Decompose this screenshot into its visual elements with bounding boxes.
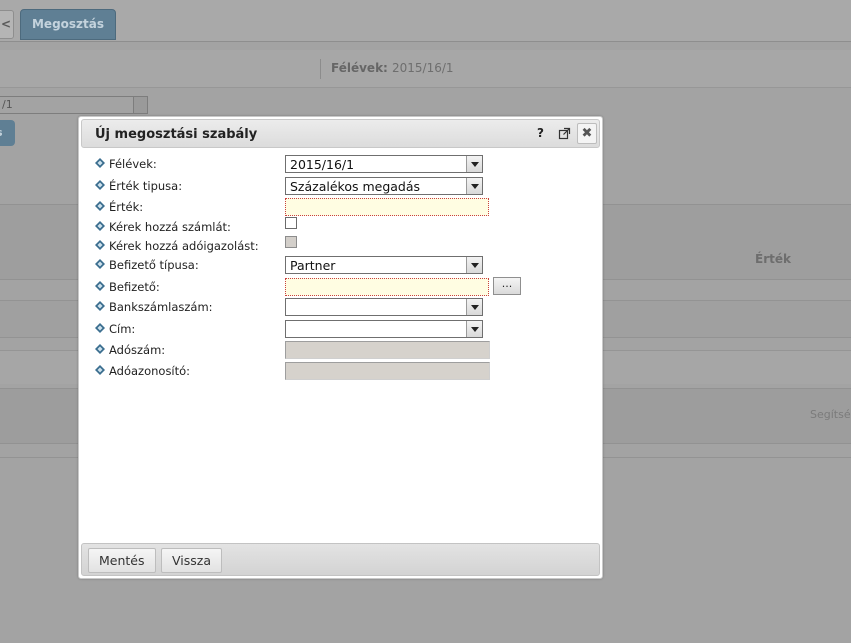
adoszam-label: Adószám: bbox=[109, 343, 166, 357]
felevek-label: Félévek: bbox=[109, 157, 157, 171]
ertek-tipusa-label: Érték tipusa: bbox=[109, 179, 183, 193]
bankszamlaszam-label: Bankszámlaszám: bbox=[109, 300, 213, 314]
diamond-icon bbox=[95, 240, 105, 250]
chevron-down-icon bbox=[133, 97, 147, 113]
chevron-down-icon bbox=[466, 257, 482, 273]
diamond-icon bbox=[95, 301, 105, 311]
chevron-down-icon bbox=[466, 156, 482, 172]
help-icon[interactable]: ? bbox=[537, 126, 544, 140]
form-row-felevek: Félévek: 2015/16/1 bbox=[79, 155, 599, 175]
ertek-tipusa-select-value: Százalékos megadás bbox=[290, 179, 421, 194]
form-row-bankszamlaszam: Bankszámlaszám: bbox=[79, 298, 599, 318]
save-button[interactable]: Mentés bbox=[88, 548, 156, 573]
diamond-icon bbox=[95, 365, 105, 375]
adoszam-field bbox=[285, 341, 490, 359]
background-button[interactable]: s bbox=[0, 120, 15, 146]
back-button[interactable]: Vissza bbox=[161, 548, 222, 573]
adoazonosito-label: Adóazonosító: bbox=[109, 364, 191, 378]
bankszamlaszam-select[interactable] bbox=[285, 298, 483, 316]
form-row-szamla: Kérek hozzá számlát: bbox=[79, 217, 599, 238]
form-row-adoazonosito: Adóazonosító: bbox=[79, 362, 599, 382]
filter-separator bbox=[320, 59, 321, 79]
cim-label: Cím: bbox=[109, 322, 136, 336]
form-row-ertek: Érték: bbox=[79, 198, 599, 218]
close-icon[interactable]: ✖ bbox=[577, 123, 597, 144]
chevron-down-icon bbox=[466, 178, 482, 194]
tab-megosztas[interactable]: Megosztás bbox=[20, 9, 116, 40]
befizeto-tipusa-label: Befizető típusa: bbox=[109, 258, 199, 272]
szamla-label: Kérek hozzá számlát: bbox=[109, 220, 231, 234]
diamond-icon bbox=[95, 344, 105, 354]
popout-icon[interactable] bbox=[558, 127, 571, 140]
dialog-title-bar: Új megosztási szabály ? ✖ bbox=[81, 119, 600, 148]
dialog-footer: Mentés Vissza bbox=[81, 543, 600, 576]
filter-value: 2015/16/1 bbox=[392, 61, 454, 75]
felevek-select-value: 2015/16/1 bbox=[290, 157, 355, 172]
cim-select[interactable] bbox=[285, 320, 483, 338]
tab-bar: < Megosztás bbox=[0, 0, 851, 42]
adoazonosito-field bbox=[285, 362, 490, 380]
diamond-icon bbox=[95, 281, 105, 291]
new-sharing-rule-dialog: Új megosztási szabály ? ✖ Félévek: 2015/… bbox=[78, 116, 603, 579]
chevron-down-icon bbox=[466, 321, 482, 337]
diamond-icon bbox=[95, 158, 105, 168]
column-header-ertek: Érték bbox=[755, 252, 791, 266]
form-row-cim: Cím: bbox=[79, 320, 599, 340]
diamond-icon bbox=[95, 259, 105, 269]
filter-label: Félévek: bbox=[331, 61, 388, 75]
diamond-icon bbox=[95, 221, 105, 231]
szamla-checkbox[interactable] bbox=[285, 217, 297, 229]
befizeto-tipusa-select[interactable]: Partner bbox=[285, 256, 483, 274]
diamond-icon bbox=[95, 201, 105, 211]
form-row-ertek-tipusa: Érték tipusa: Százalékos megadás bbox=[79, 177, 599, 197]
adoigazolas-checkbox[interactable] bbox=[285, 236, 297, 248]
help-link[interactable]: Segítsé bbox=[810, 408, 851, 421]
background-select-value: /1 bbox=[2, 98, 13, 111]
form-row-adoszam: Adószám: bbox=[79, 341, 599, 361]
dialog-title: Új megosztási szabály bbox=[95, 127, 258, 142]
form-row-adoigazolas: Kérek hozzá adóigazolást: bbox=[79, 236, 599, 257]
tab-previous[interactable]: < bbox=[0, 10, 14, 39]
ertek-tipusa-select[interactable]: Százalékos megadás bbox=[285, 177, 483, 195]
befizeto-browse-button[interactable]: ... bbox=[493, 277, 521, 295]
adoigazolas-label: Kérek hozzá adóigazolást: bbox=[109, 239, 259, 253]
ertek-label: Érték: bbox=[109, 200, 144, 214]
diamond-icon bbox=[95, 180, 105, 190]
diamond-icon bbox=[95, 323, 105, 333]
background-select[interactable]: /1 bbox=[0, 96, 148, 114]
befizeto-tipusa-select-value: Partner bbox=[290, 258, 336, 273]
chevron-down-icon bbox=[466, 299, 482, 315]
befizeto-label: Befizető: bbox=[109, 280, 160, 294]
form-row-befizeto-tipusa: Befizető típusa: Partner bbox=[79, 256, 599, 276]
befizeto-input[interactable] bbox=[285, 278, 489, 296]
form-row-befizeto: Befizető: ... bbox=[79, 277, 599, 298]
ertek-input[interactable] bbox=[285, 198, 489, 216]
felevek-select[interactable]: 2015/16/1 bbox=[285, 155, 483, 173]
